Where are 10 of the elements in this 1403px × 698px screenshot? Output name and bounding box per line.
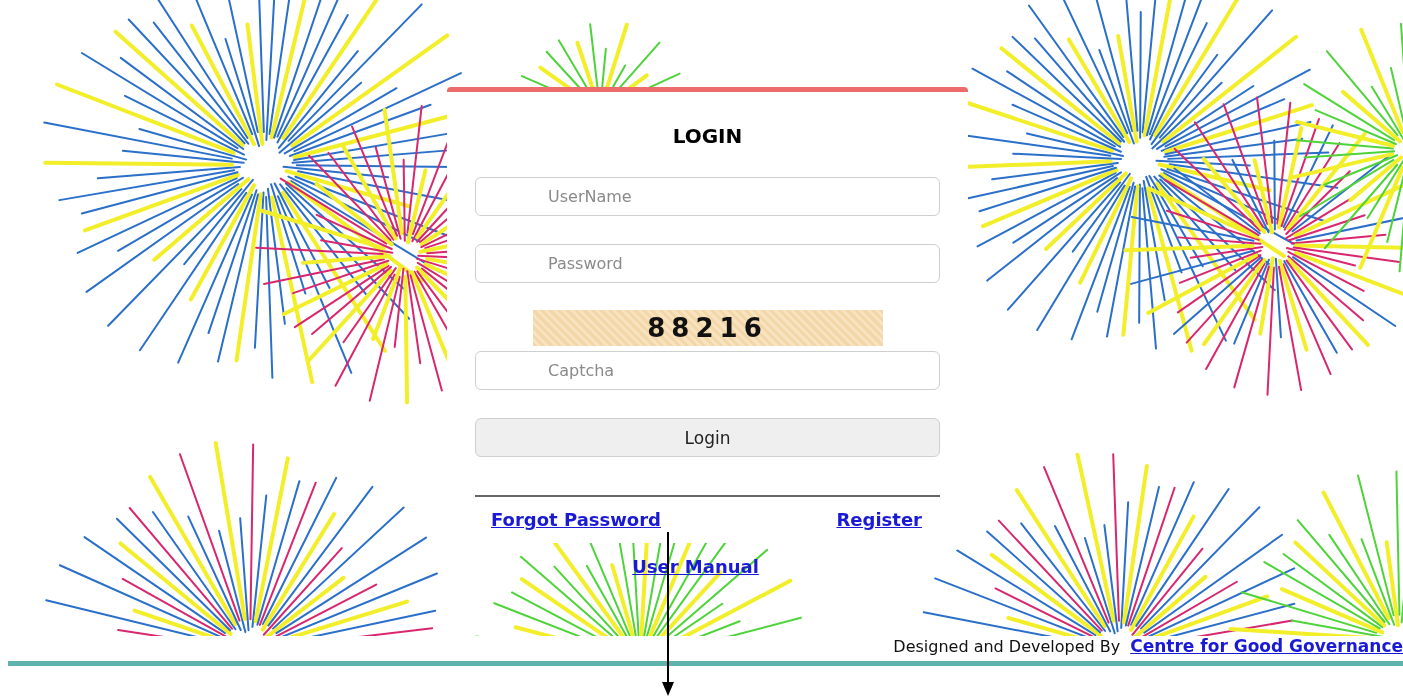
register-link[interactable]: Register	[836, 509, 922, 531]
login-button[interactable]: Login	[475, 418, 940, 457]
input-field[interactable]: Password	[475, 244, 940, 283]
forgot-password-link[interactable]: Forgot Password	[491, 509, 661, 531]
captcha-image: 88216	[532, 310, 883, 346]
captcha-field[interactable]: Captcha	[475, 351, 940, 390]
input-field[interactable]: UserName	[475, 177, 940, 216]
footer-link[interactable]: Centre for Good Governance	[1130, 635, 1403, 657]
login-title: LOGIN	[672, 124, 743, 148]
footer-text: Designed and Developed By	[893, 636, 1121, 656]
